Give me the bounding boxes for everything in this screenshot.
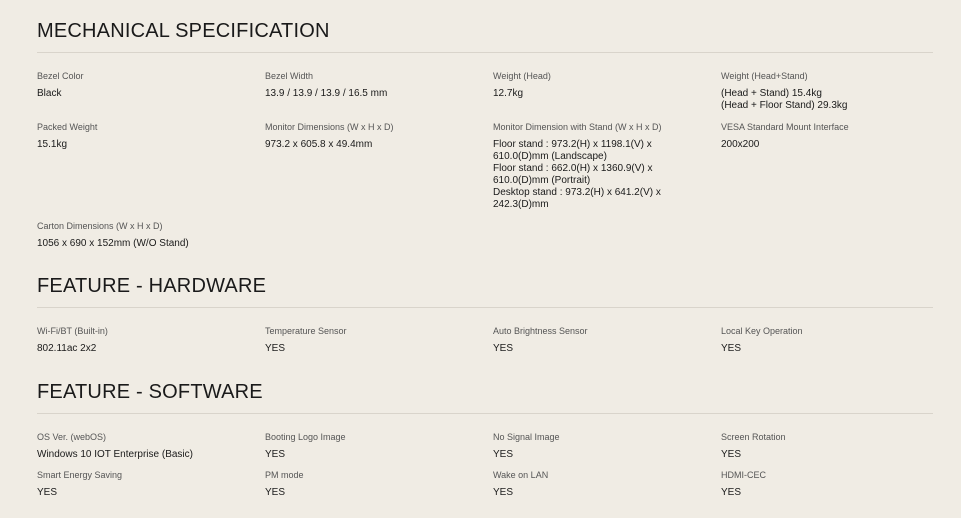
- spec-row: Wi-Fi/BT (Built-in) 802.11ac 2x2 Tempera…: [37, 326, 933, 355]
- section-mechanical-specification: MECHANICAL SPECIFICATION Bezel Color Bla…: [37, 19, 933, 250]
- spec-label: PM mode: [265, 470, 304, 480]
- spec-item-no-signal-image: No Signal Image YES: [493, 432, 721, 470]
- section-divider: [37, 52, 933, 53]
- spec-label: Auto Brightness Sensor: [493, 326, 588, 336]
- spec-value: 1056 x 690 x 152mm (W/O Stand): [37, 238, 189, 249]
- spec-value: YES: [493, 487, 514, 498]
- spec-value: YES: [721, 343, 742, 354]
- section-feature-hardware: FEATURE - HARDWARE Wi-Fi/BT (Built-in) 8…: [37, 274, 933, 355]
- section-title: FEATURE - HARDWARE: [37, 275, 267, 297]
- spec-item-local-key-operation: Local Key Operation YES: [721, 326, 933, 355]
- spec-label: Local Key Operation: [721, 326, 803, 336]
- spec-label: Smart Energy Saving: [37, 470, 123, 480]
- spec-label: Temperature Sensor: [265, 326, 347, 336]
- spec-item-packed-weight: Packed Weight 15.1kg: [37, 122, 265, 221]
- spec-row: Bezel Color Black Bezel Width 13.9 / 13.…: [37, 71, 933, 122]
- spec-item-auto-brightness-sensor: Auto Brightness Sensor YES: [493, 326, 721, 355]
- spec-row: Packed Weight 15.1kg Monitor Dimensions …: [37, 122, 933, 221]
- spec-label: Screen Rotation: [721, 432, 786, 442]
- spec-label: Weight (Head+Stand): [721, 71, 808, 81]
- spec-item-vesa-mount: VESA Standard Mount Interface 200x200: [721, 122, 933, 221]
- spec-value: 802.11ac 2x2: [37, 343, 97, 354]
- spec-value: 12.7kg: [493, 88, 524, 99]
- spec-item-wake-on-lan: Wake on LAN YES: [493, 470, 721, 499]
- spec-value: Black: [37, 88, 62, 99]
- spec-value: 13.9 / 13.9 / 13.9 / 16.5 mm: [265, 88, 388, 99]
- spec-value: YES: [265, 487, 286, 498]
- spec-item-smart-energy-saving: Smart Energy Saving YES: [37, 470, 265, 499]
- spec-row: Smart Energy Saving YES PM mode YES Wake…: [37, 470, 933, 499]
- spec-label: Bezel Width: [265, 71, 314, 81]
- spec-label: Bezel Color: [37, 71, 84, 81]
- spec-value: 15.1kg: [37, 139, 68, 150]
- spec-value: 200x200: [721, 139, 760, 150]
- section-title: FEATURE - SOFTWARE: [37, 381, 263, 403]
- spec-label: Weight (Head): [493, 71, 551, 81]
- spec-value: YES: [721, 449, 742, 460]
- spec-label: No Signal Image: [493, 432, 560, 442]
- section-divider: [37, 413, 933, 414]
- spec-value: YES: [493, 449, 514, 460]
- spec-label: OS Ver. (webOS): [37, 432, 107, 442]
- spec-item-monitor-dimension-with-stand: Monitor Dimension with Stand (W x H x D)…: [493, 122, 721, 221]
- spec-label: Carton Dimensions (W x H x D): [37, 221, 163, 231]
- spec-item-screen-rotation: Screen Rotation YES: [721, 432, 933, 470]
- spec-value: YES: [265, 449, 286, 460]
- section-title: MECHANICAL SPECIFICATION: [37, 20, 330, 42]
- spec-item-bezel-width: Bezel Width 13.9 / 13.9 / 13.9 / 16.5 mm: [265, 71, 493, 122]
- spec-item-booting-logo-image: Booting Logo Image YES: [265, 432, 493, 470]
- spec-item-bezel-color: Bezel Color Black: [37, 71, 265, 122]
- spec-value: Floor stand : 973.2(H) x 1198.1(V) x 610…: [493, 139, 661, 210]
- spec-item-hdmi-cec: HDMI-CEC YES: [721, 470, 933, 499]
- spec-label: Wi-Fi/BT (Built-in): [37, 326, 108, 336]
- section-feature-software: FEATURE - SOFTWARE OS Ver. (webOS) Windo…: [37, 380, 933, 499]
- spec-row: Carton Dimensions (W x H x D) 1056 x 690…: [37, 221, 933, 250]
- spec-label: Monitor Dimensions (W x H x D): [265, 122, 394, 132]
- spec-item-pm-mode: PM mode YES: [265, 470, 493, 499]
- spec-label: Wake on LAN: [493, 470, 549, 480]
- spec-value: YES: [37, 487, 58, 498]
- spec-label: HDMI-CEC: [721, 470, 766, 480]
- spec-item-carton-dimensions: Carton Dimensions (W x H x D) 1056 x 690…: [37, 221, 265, 250]
- spec-item-monitor-dimensions: Monitor Dimensions (W x H x D) 973.2 x 6…: [265, 122, 493, 221]
- spec-item-wifi-bt: Wi-Fi/BT (Built-in) 802.11ac 2x2: [37, 326, 265, 355]
- spec-row: OS Ver. (webOS) Windows 10 IOT Enterpris…: [37, 432, 933, 470]
- spec-item-temperature-sensor: Temperature Sensor YES: [265, 326, 493, 355]
- spec-value: Windows 10 IOT Enterprise (Basic): [37, 449, 193, 460]
- spec-item-weight-head: Weight (Head) 12.7kg: [493, 71, 721, 122]
- spec-label: Monitor Dimension with Stand (W x H x D): [493, 122, 662, 132]
- spec-label: Booting Logo Image: [265, 432, 346, 442]
- spec-label: Packed Weight: [37, 122, 98, 132]
- spec-value: YES: [265, 343, 286, 354]
- spec-item-os-version: OS Ver. (webOS) Windows 10 IOT Enterpris…: [37, 432, 265, 470]
- section-divider: [37, 307, 933, 308]
- spec-value: (Head + Stand) 15.4kg (Head + Floor Stan…: [721, 88, 848, 111]
- spec-value: YES: [493, 343, 514, 354]
- spec-value: 973.2 x 605.8 x 49.4mm: [265, 139, 373, 150]
- spec-item-weight-head-stand: Weight (Head+Stand) (Head + Stand) 15.4k…: [721, 71, 933, 122]
- spec-label: VESA Standard Mount Interface: [721, 122, 849, 132]
- spec-value: YES: [721, 487, 742, 498]
